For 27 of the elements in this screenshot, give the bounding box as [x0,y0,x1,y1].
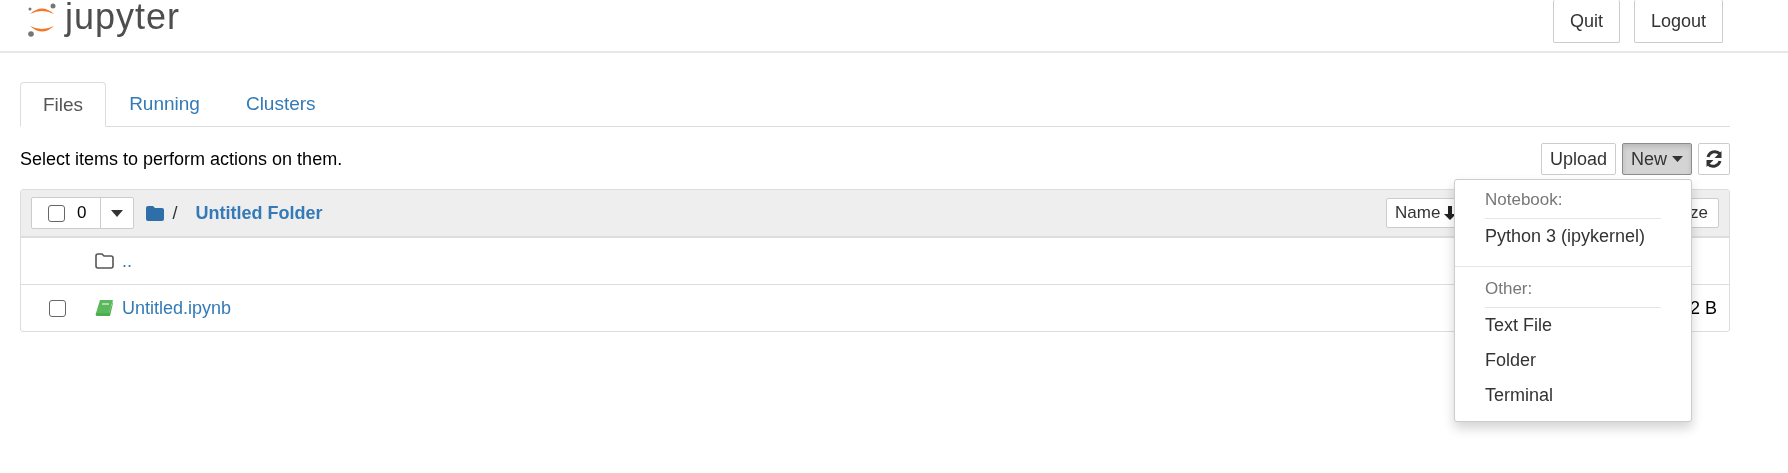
header-button[interactable]: Logout [1633,0,1723,43]
folder-icon[interactable] [146,205,165,221]
checkbox[interactable] [49,299,66,317]
menu-heading: Notebook: [1485,186,1661,219]
menu-heading: Other: [1485,275,1661,308]
tab[interactable]: Running [106,82,223,126]
path-separator: / [172,202,178,224]
upload-button[interactable]: Upload [1540,143,1616,175]
logo-icon [27,2,57,38]
new-button[interactable]: New [1622,143,1692,175]
refresh-button[interactable] [1698,143,1730,175]
tab[interactable]: Clusters [222,82,339,126]
refresh-icon [1705,150,1723,168]
breadcrumb-link[interactable]: Untitled Folder [195,202,323,224]
instruction-text: Select items to perform actions on them. [20,148,343,170]
menu-item[interactable]: Folder [1455,343,1691,378]
book-icon [95,300,114,316]
file-name[interactable]: Untitled.ipynb [122,297,232,319]
caret-icon [1672,156,1683,162]
file-name[interactable]: .. [122,250,132,272]
menu-item[interactable]: Text File [1455,308,1691,343]
tab[interactable]: Files [20,82,107,127]
menu-item[interactable]: Terminal [1455,378,1691,413]
sort-arrow-icon [1444,206,1457,220]
folder-icon [95,253,114,269]
header-button[interactable]: Quit [1552,0,1620,43]
logo-text: jupyter [65,0,181,35]
